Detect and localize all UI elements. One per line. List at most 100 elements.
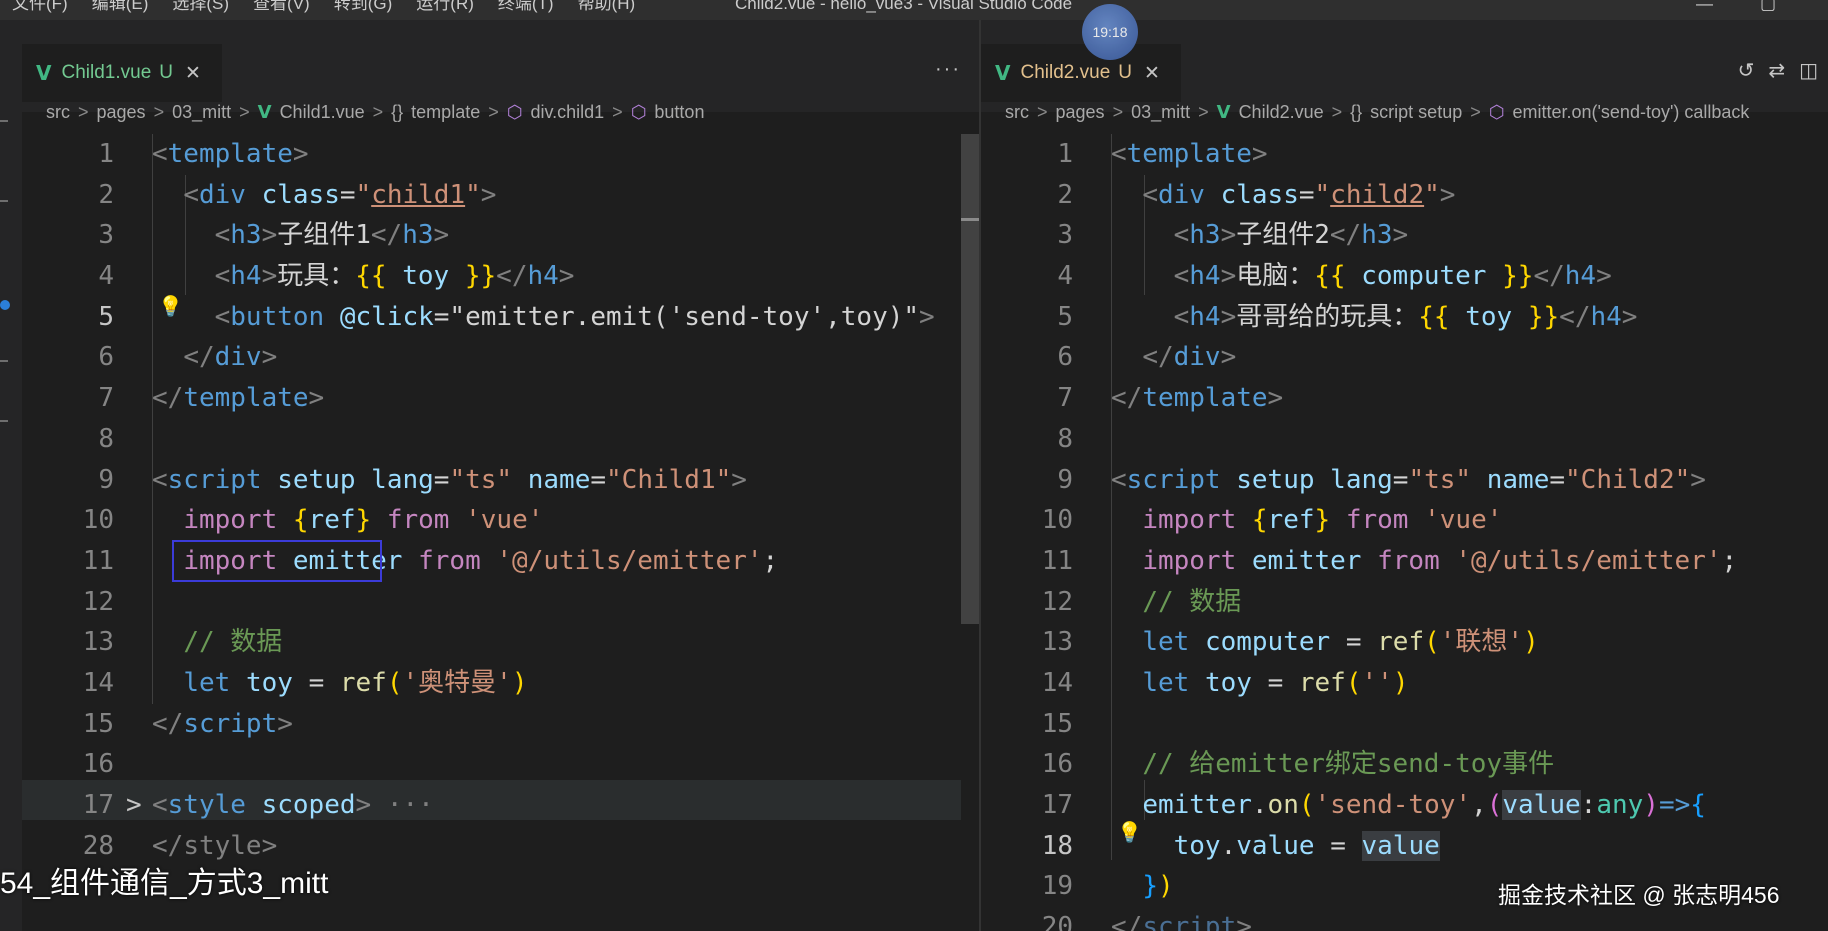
code-line: 9 <script setup lang="ts" name="Child2">: [1057, 464, 1706, 495]
code-line: 1 <template>: [98, 139, 309, 169]
symbol-cube-icon: ⬡: [630, 101, 647, 123]
watermark: 掘金技术社区 @ 张志明456: [1498, 882, 1780, 908]
modified-badge: U: [1118, 62, 1132, 83]
video-caption: 54_组件通信_方式3_mitt: [0, 867, 329, 900]
vue-file-icon: V: [1216, 101, 1231, 123]
code-area-right[interactable]: 1 <template> 2 <div class="child2"> 3 <h3…: [981, 134, 1828, 931]
breadcrumb-item[interactable]: Child1.vue: [280, 102, 365, 123]
selection-box: [172, 540, 382, 582]
activity-icon[interactable]: [0, 420, 8, 422]
menu-go[interactable]: 转到(G): [334, 0, 393, 12]
fold-chevron-icon[interactable]: >: [126, 785, 142, 826]
activity-icon[interactable]: [0, 120, 8, 122]
breadcrumb-item[interactable]: src: [1005, 102, 1029, 123]
activity-icon[interactable]: [0, 200, 8, 202]
code-line: 13 let computer = ref('联想'): [1041, 627, 1539, 658]
scrollbar-thumb[interactable]: [961, 134, 979, 624]
code-line: 13 // 数据: [82, 627, 283, 658]
code-line: 6 </div>: [1057, 342, 1237, 373]
menu-bar: 文件(F) 编辑(E) 选择(S) 查看(V) 转到(G) 运行(R) 终端(T…: [12, 0, 636, 12]
tab-label: Child1.vue: [61, 62, 152, 83]
vue-file-icon: V: [257, 101, 272, 123]
window-title: Child2.vue - hello_vue3 - Visual Studio …: [735, 0, 1073, 13]
activity-icon[interactable]: [0, 360, 8, 362]
code-area-left[interactable]: 1 <template> 2 <div class="child1"> 3 <h3…: [22, 134, 979, 866]
code-line: 2 <div class="child1">: [98, 179, 497, 210]
code-line: 1 <template>: [1057, 139, 1268, 169]
braces-icon: {}: [391, 101, 404, 122]
code-line: 16 // 给emitter绑定send-toy事件: [1041, 749, 1555, 780]
menu-run[interactable]: 运行(R): [416, 0, 474, 12]
vue-file-icon: V: [995, 61, 1011, 85]
code-line: 7 </template>: [1057, 383, 1284, 414]
code-line: 12: [82, 586, 114, 617]
breadcrumb-item[interactable]: 03_mitt: [172, 102, 231, 123]
code-line: 14 let toy = ref(''): [1041, 667, 1409, 698]
breadcrumb-item[interactable]: Child2.vue: [1239, 102, 1324, 123]
menu-file[interactable]: 文件(F): [12, 0, 68, 12]
code-line: 17 emitter.on('send-toy',(value:any)=>{: [1041, 790, 1706, 820]
vue-file-icon: V: [36, 61, 52, 85]
breadcrumb-item[interactable]: script setup: [1370, 102, 1462, 123]
breadcrumb-item[interactable]: div.child1: [530, 102, 604, 123]
code-line: 4 <h4>玩具：{{ toy }}</h4>: [98, 261, 575, 292]
minimize-icon[interactable]: —: [1696, 0, 1713, 12]
lightbulb-icon[interactable]: 💡: [1117, 820, 1142, 845]
code-line: 20 </script>: [1041, 912, 1252, 931]
close-icon[interactable]: ✕: [1144, 62, 1160, 85]
code-line: 6 </div>: [98, 342, 278, 373]
code-line: 16: [82, 749, 114, 780]
menu-terminal[interactable]: 终端(T): [498, 0, 554, 12]
editor-left: V Child1.vue U ✕ ··· src > pages > 03_mitt…: [22, 20, 979, 931]
code-line: 18 toy.value = value: [1041, 830, 1440, 861]
breadcrumb-item[interactable]: pages: [97, 102, 146, 123]
activity-bar: [0, 20, 22, 931]
code-line: 5 <h4>哥哥给的玩具：{{ toy }}</h4>: [1057, 301, 1638, 332]
recording-timer: 19:18: [1082, 4, 1138, 60]
editor-actions: ↺ ⇄ ◫: [1738, 58, 1818, 82]
code-line: 3 <h3>子组件2</h3>: [1057, 220, 1409, 251]
symbol-cube-icon: ⬡: [1488, 101, 1505, 123]
breadcrumb-item[interactable]: pages: [1056, 102, 1105, 123]
code-line: 14 let toy = ref('奥特曼'): [82, 667, 528, 698]
breadcrumb-item[interactable]: template: [411, 102, 480, 123]
code-line: 11 import emitter from '@/utils/emitter'…: [82, 545, 779, 576]
breadcrumb-item[interactable]: 03_mitt: [1131, 102, 1190, 123]
code-line: 7 </template>: [98, 383, 325, 414]
editor-right: V Child2.vue U ✕ ↺ ⇄ ◫ src > pages > 03_mi…: [981, 20, 1828, 931]
breadcrumb-item[interactable]: src: [46, 102, 70, 123]
menu-selection[interactable]: 选择(S): [172, 0, 229, 12]
code-line: 17 > <style scoped> ···: [22, 785, 979, 826]
notification-badge: [0, 300, 10, 310]
symbol-cube-icon: ⬡: [506, 101, 523, 123]
braces-icon: {}: [1350, 101, 1363, 122]
menu-help[interactable]: 帮助(H): [578, 0, 636, 12]
code-line: 2 <div class="child2">: [1057, 179, 1456, 210]
code-line: 15: [1041, 708, 1073, 739]
restore-icon[interactable]: ▢: [1760, 0, 1776, 12]
code-line: 3 <h3>子组件1</h3>: [98, 220, 450, 251]
code-line: 12 // 数据: [1041, 586, 1242, 617]
breadcrumb: src > pages > 03_mitt > V Child1.vue > {} te…: [46, 101, 705, 123]
code-line: 15 </script>: [82, 708, 293, 739]
split-editor-icon[interactable]: ◫: [1799, 58, 1818, 82]
tab-label: Child2.vue: [1020, 62, 1111, 83]
breadcrumb-item[interactable]: button: [654, 102, 704, 123]
code-line: 9 <script setup lang="ts" name="Child1">: [98, 464, 747, 495]
timeline-icon[interactable]: ↺: [1738, 58, 1755, 82]
compare-icon[interactable]: ⇄: [1768, 58, 1785, 82]
title-bar: 文件(F) 编辑(E) 选择(S) 查看(V) 转到(G) 运行(R) 终端(T…: [0, 0, 1828, 20]
close-icon[interactable]: ✕: [185, 62, 201, 85]
code-line: 10 import {ref} from 'vue': [1041, 505, 1503, 536]
code-line: 10 import {ref} from 'vue': [82, 505, 544, 536]
untracked-badge: U: [159, 62, 173, 83]
code-line: 4 <h4>电脑：{{ computer }}</h4>: [1057, 261, 1612, 292]
code-line: 11 import emitter from '@/utils/emitter'…: [1041, 545, 1738, 576]
menu-view[interactable]: 查看(V): [253, 0, 310, 12]
menu-edit[interactable]: 编辑(E): [92, 0, 149, 12]
code-line: 8: [1057, 423, 1073, 454]
more-actions-icon[interactable]: ···: [935, 58, 961, 81]
lightbulb-icon[interactable]: 💡: [158, 294, 183, 319]
code-line: 8: [98, 423, 114, 454]
breadcrumb-item[interactable]: emitter.on('send-toy') callback: [1512, 102, 1749, 123]
